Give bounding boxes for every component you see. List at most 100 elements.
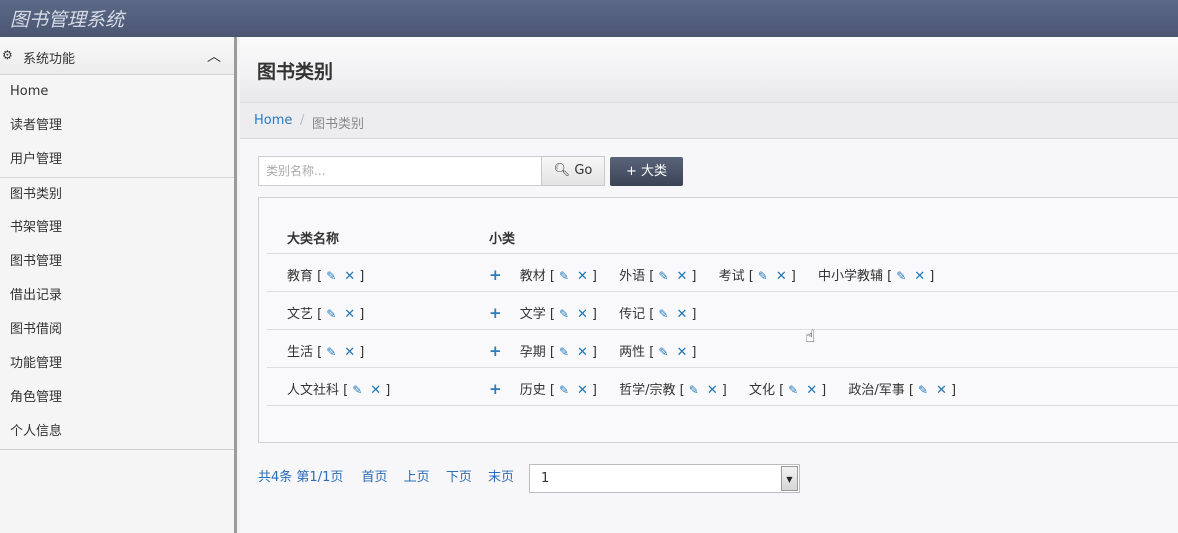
edit-icon[interactable]: ✎ (326, 307, 336, 321)
sidebar-item-readers[interactable]: 读者管理 (0, 109, 234, 143)
sidebar-item-users[interactable]: 用户管理 (0, 143, 234, 177)
table-row: 人文社科 [✎ ✕] + 历史 [✎ ✕] 哲学/宗教 [✎ ✕] 文化 [✎ ✕] 政… (267, 368, 1178, 406)
subcategory-name: 孕期 (519, 345, 546, 360)
edit-icon[interactable]: ✎ (918, 383, 928, 397)
subcategory-name: 文学 (519, 307, 546, 322)
subcategory-name: 两性 (619, 345, 646, 360)
add-subcategory-icon[interactable]: + (489, 380, 502, 398)
dropdown-arrow-icon[interactable]: ▼ (781, 466, 798, 491)
sidebar-item-home[interactable]: Home (0, 75, 234, 109)
sidebar-item-lending-records[interactable]: 借出记录 (0, 279, 234, 313)
category-name: 生活 (287, 345, 314, 360)
add-subcategory-icon[interactable]: + (489, 266, 502, 284)
pagination-next-link[interactable]: 下页 (446, 470, 472, 485)
delete-icon[interactable]: ✕ (776, 269, 787, 284)
delete-icon[interactable]: ✕ (344, 345, 355, 360)
edit-icon[interactable]: ✎ (326, 345, 336, 359)
add-category-button[interactable]: + 大类 (610, 157, 683, 186)
edit-icon[interactable]: ✎ (559, 269, 569, 283)
sidebar-item-shelves[interactable]: 书架管理 (0, 211, 234, 245)
delete-icon[interactable]: ✕ (344, 307, 355, 322)
column-header-category: 大类名称 (287, 232, 340, 247)
delete-icon[interactable]: ✕ (676, 345, 687, 360)
subcategory-name: 文化 (748, 383, 775, 398)
edit-icon[interactable]: ✎ (658, 307, 668, 321)
page-header: 图书类别 (240, 37, 1178, 103)
delete-icon[interactable]: ✕ (806, 383, 817, 398)
edit-icon[interactable]: ✎ (658, 345, 668, 359)
delete-icon[interactable]: ✕ (914, 269, 925, 284)
search-input[interactable] (258, 156, 542, 186)
sidebar-item-borrow[interactable]: 图书借阅 (0, 313, 234, 347)
table-row: 文艺 [✎ ✕] + 文学 [✎ ✕] 传记 [✎ ✕] (267, 292, 1178, 330)
subcategory-name: 历史 (519, 383, 546, 398)
subcategory-item: 两性 [✎ ✕] (619, 345, 697, 360)
edit-icon[interactable]: ✎ (352, 383, 362, 397)
subcategory-item: 孕期 [✎ ✕] (519, 345, 597, 360)
delete-icon[interactable]: ✕ (577, 269, 588, 284)
edit-icon[interactable]: ✎ (788, 383, 798, 397)
subcategory-item: 考试 [✎ ✕] (718, 269, 796, 284)
subcategory-name: 政治/军事 (848, 383, 905, 398)
table-header-row: 大类名称 小类 (267, 218, 1178, 254)
table-row: 教育 [✎ ✕] + 教材 [✎ ✕] 外语 [✎ ✕] 考试 [✎ ✕] 中小学教辅 … (267, 254, 1178, 292)
go-label: Go (574, 163, 593, 178)
edit-icon[interactable]: ✎ (758, 269, 768, 283)
app-title: 图书管理系统 (10, 9, 125, 31)
subcategory-item: 中小学教辅 [✎ ✕] (817, 269, 935, 284)
delete-icon[interactable]: ✕ (344, 269, 355, 284)
subcategory-name: 外语 (619, 269, 646, 284)
plus-icon: + (625, 164, 637, 179)
delete-icon[interactable]: ✕ (577, 307, 588, 322)
delete-icon[interactable]: ✕ (936, 383, 947, 398)
edit-icon[interactable]: ✎ (689, 383, 699, 397)
hand-cursor-icon: ☝ (805, 327, 816, 347)
sidebar-item-profile[interactable]: 个人信息 (0, 415, 234, 449)
breadcrumb-home-link[interactable]: Home (254, 113, 292, 128)
sidebar-section-header[interactable]: ⚙ 系统功能 ︿ (0, 37, 234, 75)
pagination-page-info: 第1/1页 (296, 470, 344, 485)
delete-icon[interactable]: ✕ (577, 345, 588, 360)
edit-icon[interactable]: ✎ (896, 269, 906, 283)
dashboard-icon: ⚙ (2, 48, 13, 62)
sidebar-item-roles[interactable]: 角色管理 (0, 381, 234, 415)
category-table: 大类名称 小类 教育 [✎ ✕] + 教材 [✎ ✕] 外语 [✎ ✕] 考试 [✎ ✕… (267, 218, 1178, 406)
edit-icon[interactable]: ✎ (559, 345, 569, 359)
subcategory-item: 历史 [✎ ✕] (519, 383, 597, 398)
delete-icon[interactable]: ✕ (707, 383, 718, 398)
subcategory-name: 教材 (519, 269, 546, 284)
edit-icon[interactable]: ✎ (559, 383, 569, 397)
add-subcategory-icon[interactable]: + (489, 304, 502, 322)
edit-icon[interactable]: ✎ (326, 269, 336, 283)
main-content: 图书类别 Home / 图书类别 🔍︎ Go + 大类 大类名称 小类 教育 [… (240, 37, 1178, 533)
pagination-last-link[interactable]: 末页 (488, 470, 514, 485)
edit-icon[interactable]: ✎ (559, 307, 569, 321)
sidebar-item-book-categories[interactable]: 图书类别 (0, 177, 234, 211)
category-cell: 生活 [✎ ✕] (287, 345, 365, 360)
search-go-button[interactable]: 🔍︎ Go (541, 156, 605, 186)
chevron-up-icon[interactable]: ︿ (207, 46, 221, 66)
page-title: 图书类别 (257, 61, 334, 83)
add-category-label: 大类 (641, 164, 668, 179)
table-row: 生活 [✎ ✕] + 孕期 [✎ ✕] 两性 [✎ ✕] (267, 330, 1178, 368)
delete-icon[interactable]: ✕ (676, 269, 687, 284)
delete-icon[interactable]: ✕ (676, 307, 687, 322)
subcategory-cell: + 文学 [✎ ✕] 传记 [✎ ✕] (489, 303, 714, 322)
subcategory-item: 外语 [✎ ✕] (619, 269, 697, 284)
delete-icon[interactable]: ✕ (577, 383, 588, 398)
category-name: 文艺 (287, 307, 314, 322)
page-select-value: 1 (541, 471, 550, 486)
sidebar-divider (0, 449, 234, 450)
delete-icon[interactable]: ✕ (370, 383, 381, 398)
breadcrumb-current: 图书类别 (312, 117, 365, 132)
edit-icon[interactable]: ✎ (658, 269, 668, 283)
add-subcategory-icon[interactable]: + (489, 342, 502, 360)
pagination-first-link[interactable]: 首页 (362, 470, 388, 485)
sidebar-item-functions[interactable]: 功能管理 (0, 347, 234, 381)
column-header-subcategory: 小类 (489, 232, 516, 247)
top-bar: 图书管理系统 (0, 0, 1178, 37)
page-select[interactable]: 1 ▼ (529, 464, 800, 493)
pagination-prev-link[interactable]: 上页 (404, 470, 430, 485)
subcategory-item: 文学 [✎ ✕] (519, 307, 597, 322)
sidebar-item-books[interactable]: 图书管理 (0, 245, 234, 279)
